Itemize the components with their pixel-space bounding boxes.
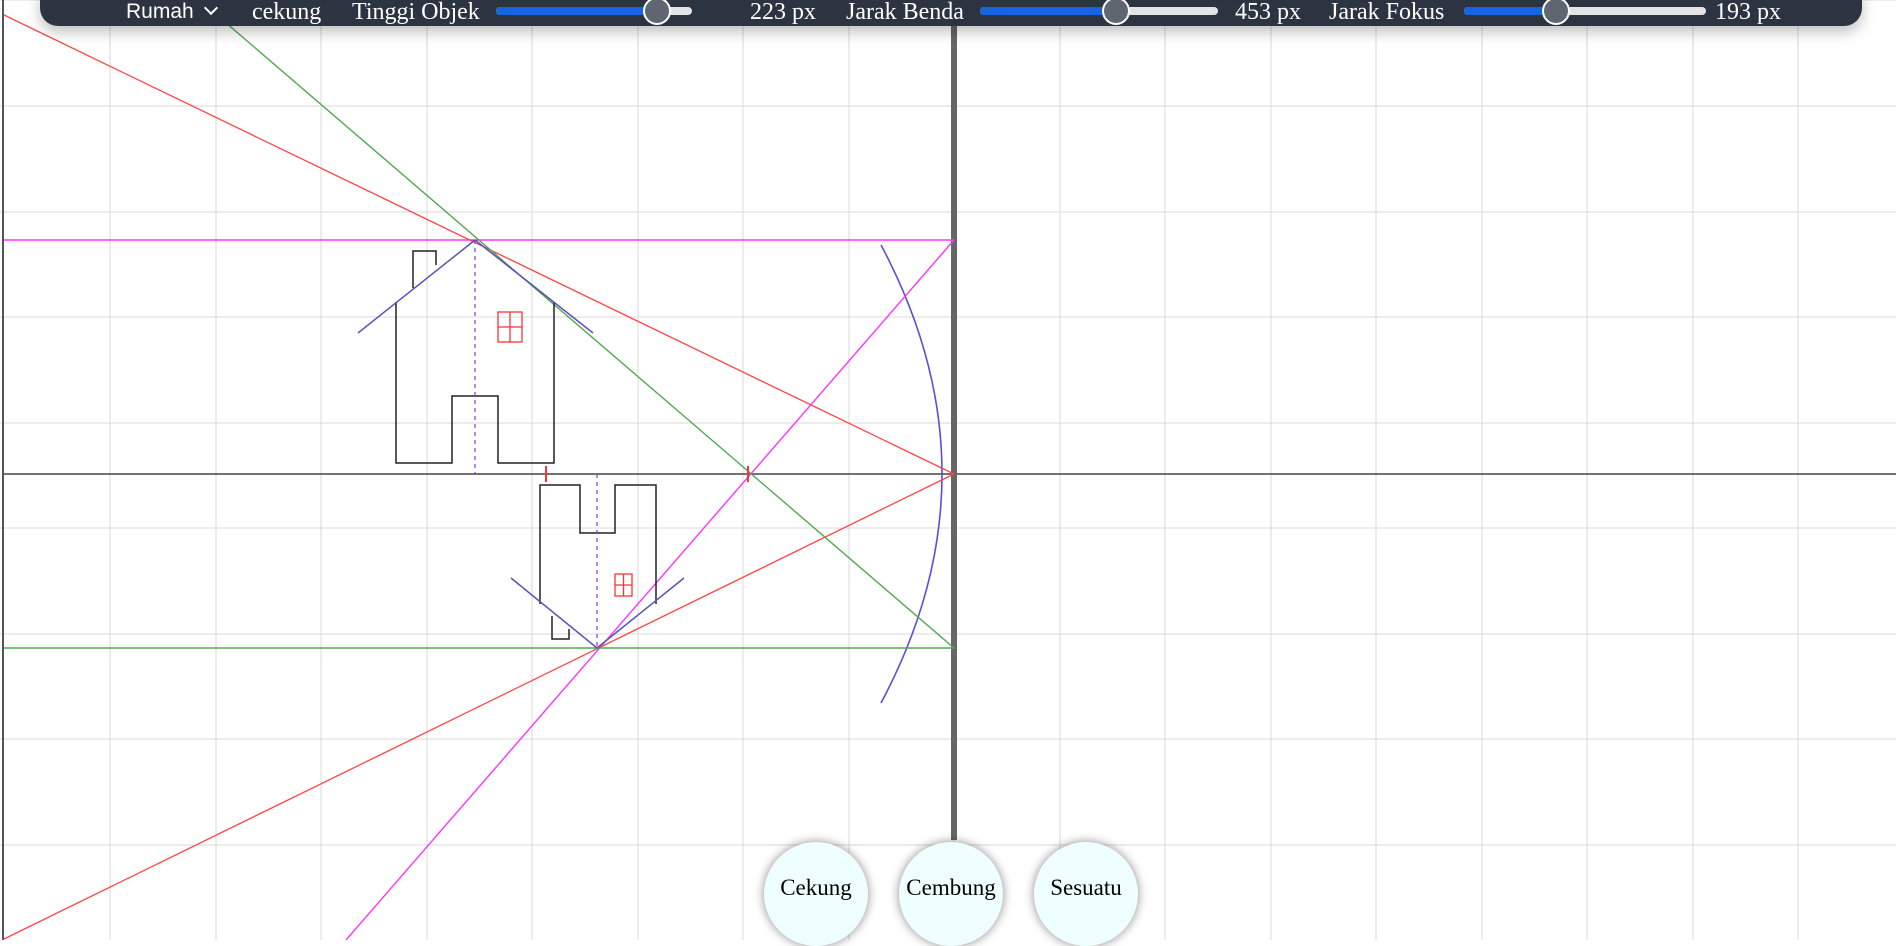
grid-lines bbox=[0, 0, 1896, 940]
focal-length-slider-thumb[interactable] bbox=[1541, 0, 1570, 25]
object-height-value: 223 px bbox=[750, 0, 816, 25]
focal-length-value: 193 px bbox=[1715, 0, 1781, 25]
image-house-roof bbox=[510, 577, 598, 649]
focal-length-slider[interactable] bbox=[1464, 0, 1706, 25]
object-height-label: Tinggi Objek bbox=[352, 0, 480, 25]
image-house-body bbox=[539, 484, 657, 604]
object-distance-slider-thumb[interactable] bbox=[1101, 0, 1130, 25]
object-height-slider-fill bbox=[496, 7, 657, 15]
object-house[interactable] bbox=[357, 239, 594, 474]
mirror-type-label: cekung bbox=[252, 0, 322, 25]
image-house-chimney bbox=[551, 616, 570, 640]
other-button[interactable]: Sesuatu bbox=[1034, 842, 1138, 946]
control-toolbar: Rumah cekung Tinggi Objek 223 px Jarak B… bbox=[40, 0, 1862, 26]
image-window bbox=[614, 573, 633, 597]
object-house-roof bbox=[474, 239, 594, 334]
object-distance-slider-fill bbox=[980, 7, 1116, 15]
object-distance-label: Jarak Benda bbox=[846, 0, 964, 25]
object-type-select[interactable]: Rumah bbox=[126, 0, 218, 34]
object-distance-value: 453 px bbox=[1235, 0, 1301, 25]
concave-button[interactable]: Cekung bbox=[764, 842, 868, 946]
convex-button-label: Cembung bbox=[906, 875, 996, 900]
convex-button[interactable]: Cembung bbox=[899, 842, 1003, 946]
ray-through-focus bbox=[224, 21, 955, 649]
image-house bbox=[510, 474, 685, 649]
object-house-body bbox=[395, 302, 555, 464]
ray-reflect-through-focus bbox=[345, 239, 955, 940]
object-height-slider[interactable] bbox=[496, 0, 692, 25]
other-button-label: Sesuatu bbox=[1050, 875, 1122, 900]
object-height-slider-thumb[interactable] bbox=[642, 0, 671, 25]
optics-canvas bbox=[0, 0, 1896, 940]
focal-length-label: Jarak Fokus bbox=[1329, 0, 1445, 25]
ray-to-vertex bbox=[3, 14, 955, 475]
object-house-roof bbox=[357, 239, 476, 334]
object-house-chimney bbox=[412, 250, 437, 288]
chevron-down-icon bbox=[203, 0, 218, 16]
object-type-value: Rumah bbox=[126, 0, 194, 23]
object-distance-slider[interactable] bbox=[980, 0, 1218, 25]
concave-button-label: Cekung bbox=[780, 875, 852, 900]
